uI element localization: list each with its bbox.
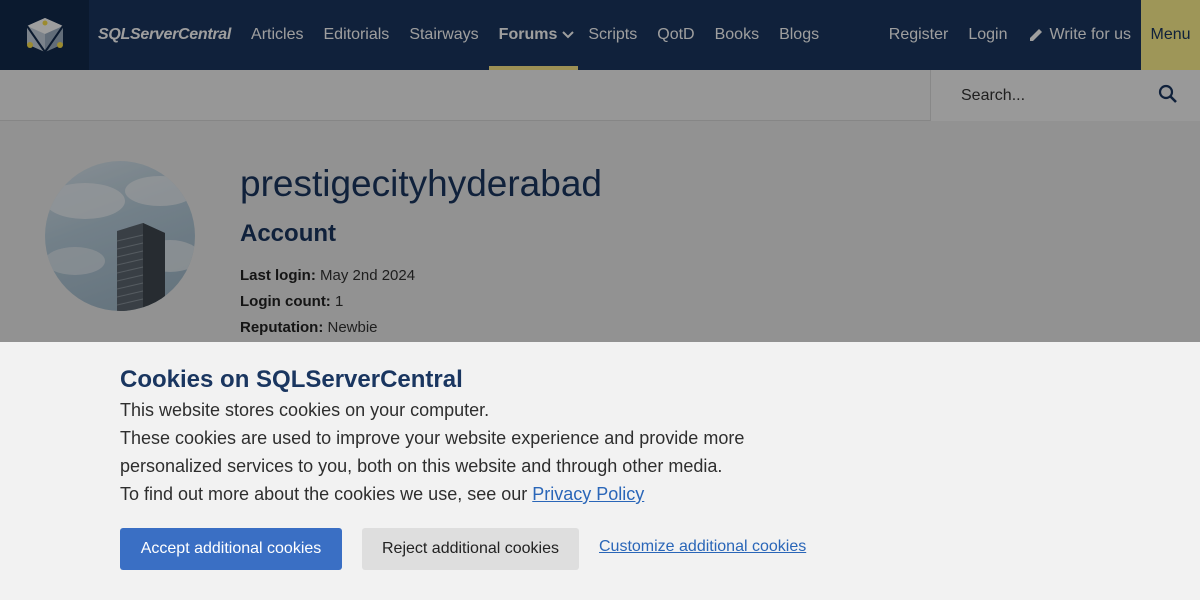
accept-cookies-button[interactable]: Accept additional cookies <box>120 528 342 570</box>
cookie-banner-text: This website stores cookies on your comp… <box>120 396 780 508</box>
cookie-banner-title: Cookies on SQLServerCentral <box>120 366 463 393</box>
cookie-line-1: This website stores cookies on your comp… <box>120 400 490 420</box>
cookie-line-2: These cookies are used to improve your w… <box>120 428 745 476</box>
privacy-policy-link[interactable]: Privacy Policy <box>532 484 644 504</box>
cookie-line-3-prefix: To find out more about the cookies we us… <box>120 484 528 504</box>
cookie-banner: Cookies on SQLServerCentral This website… <box>0 342 1200 600</box>
modal-overlay <box>0 0 1200 342</box>
reject-cookies-button[interactable]: Reject additional cookies <box>362 528 579 570</box>
cookie-line-3: To find out more about the cookies we us… <box>120 480 780 508</box>
customize-cookies-link[interactable]: Customize additional cookies <box>599 538 806 556</box>
